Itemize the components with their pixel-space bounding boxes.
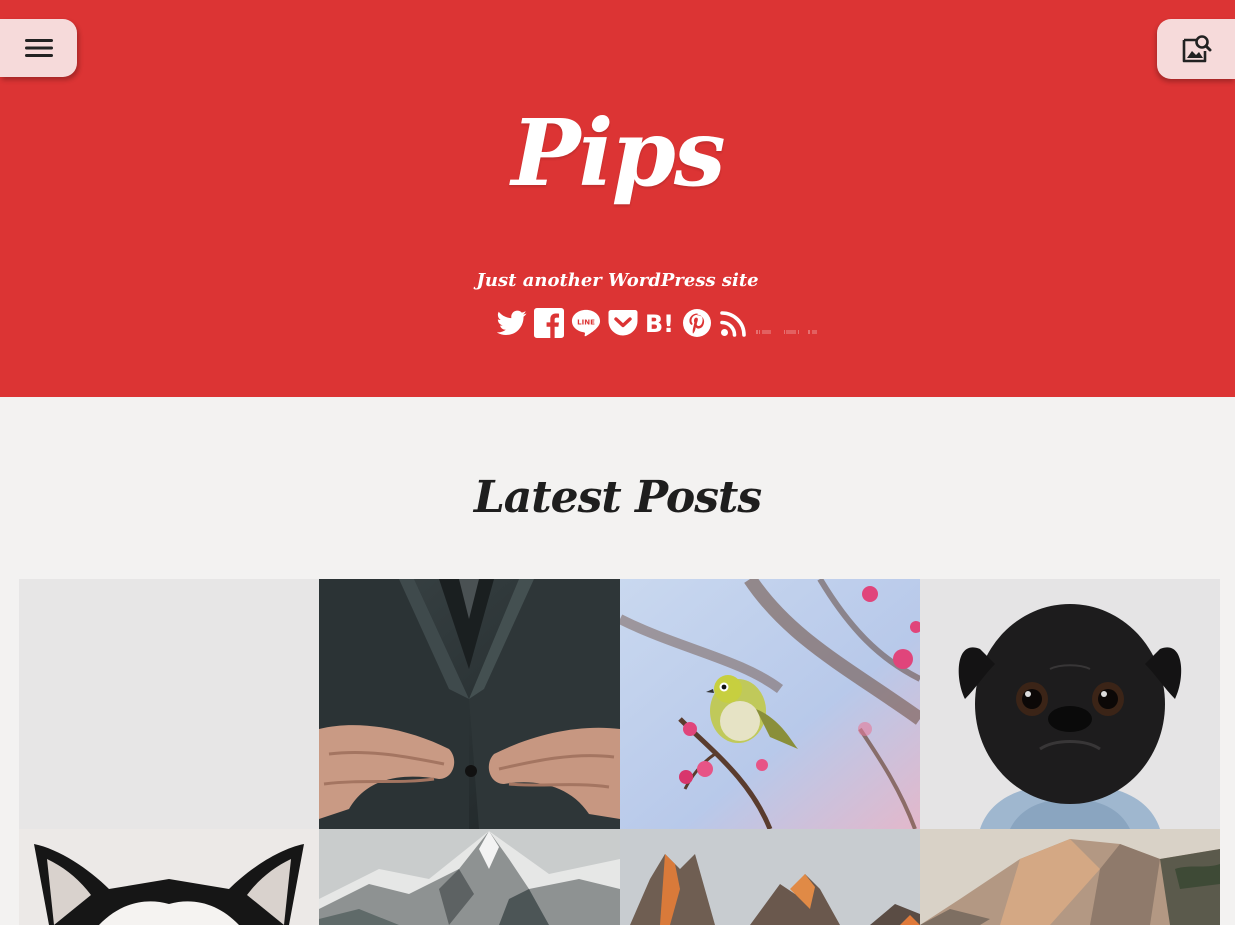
- site-title[interactable]: Pips: [0, 98, 1235, 208]
- post-thumbnail-8[interactable]: [920, 829, 1220, 925]
- line-share-button[interactable]: LINE: [571, 307, 601, 339]
- snowy-mountain-image: [319, 829, 620, 925]
- image-search-icon: [1182, 35, 1212, 63]
- post-thumbnail-7[interactable]: [620, 829, 920, 925]
- pinterest-share-button[interactable]: [682, 307, 712, 339]
- pocket-share-button[interactable]: [608, 307, 638, 339]
- line-icon: LINE: [571, 309, 601, 337]
- site-header: Pips Just another WordPress site LINE B!: [0, 0, 1235, 397]
- pocket-icon: [608, 310, 638, 336]
- rss-icon: [720, 311, 746, 337]
- facebook-share-button[interactable]: [534, 307, 564, 339]
- svg-text:B!: B!: [645, 310, 674, 338]
- pug-image: [920, 579, 1220, 829]
- hamburger-menu-icon: [24, 39, 53, 57]
- share-count-placeholder: [756, 307, 822, 339]
- share-buttons: LINE B!: [497, 306, 822, 340]
- post-thumbnail-4[interactable]: [920, 579, 1220, 829]
- facebook-icon: [534, 308, 564, 338]
- hatena-bookmark-share-button[interactable]: B!: [645, 307, 675, 339]
- pinterest-icon: [683, 309, 711, 337]
- sunlit-peaks-image: [620, 829, 920, 925]
- post-thumbnail-6[interactable]: [319, 829, 620, 925]
- post-thumbnail-3[interactable]: [620, 579, 920, 829]
- twitter-share-button[interactable]: [497, 307, 527, 339]
- bird-image: [620, 579, 920, 829]
- suit-jacket-image: [319, 579, 620, 829]
- post-thumbnail-5[interactable]: [19, 829, 319, 925]
- menu-button[interactable]: [0, 19, 77, 77]
- rss-feed-button[interactable]: [719, 307, 749, 339]
- site-tagline: Just another WordPress site: [476, 270, 759, 291]
- section-title: Latest Posts: [473, 472, 762, 523]
- granite-cliff-image: [920, 829, 1220, 925]
- svg-text:LINE: LINE: [577, 317, 595, 326]
- husky-image: [19, 829, 319, 925]
- twitter-icon: [497, 310, 527, 335]
- post-thumbnail-2[interactable]: [319, 579, 620, 829]
- hatena-bookmark-icon: B!: [645, 310, 674, 338]
- image-search-button[interactable]: [1157, 19, 1235, 79]
- post-grid: [19, 579, 1220, 925]
- post-thumbnail-1[interactable]: [19, 579, 319, 829]
